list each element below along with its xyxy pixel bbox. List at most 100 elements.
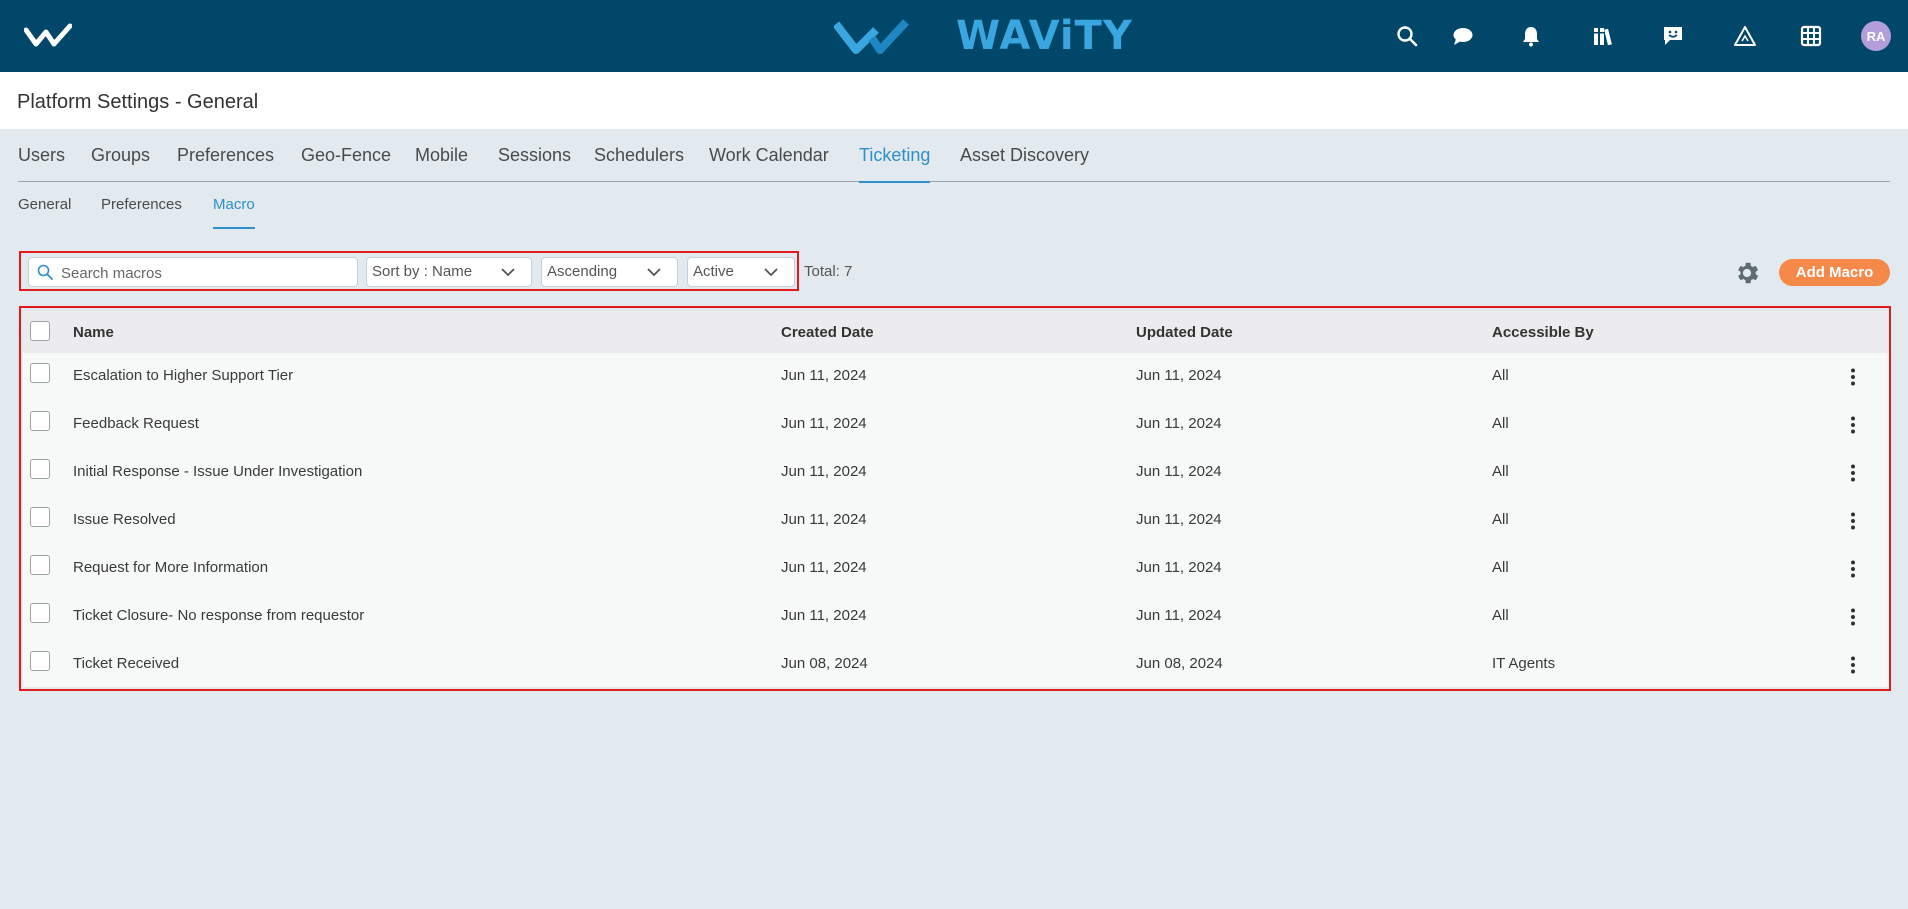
tab-schedulers[interactable]: Schedulers: [594, 145, 684, 166]
sort-select[interactable]: Sort by : Name: [366, 257, 532, 287]
table-row[interactable]: Feedback Request Jun 11, 2024 Jun 11, 20…: [23, 401, 1889, 449]
top-nav-bar: WAViTY RA: [0, 0, 1908, 72]
filter-bar: Sort by : Name Ascending Active: [19, 251, 799, 291]
cell-created: Jun 11, 2024: [781, 511, 867, 528]
cell-accessible: All: [1492, 607, 1509, 624]
cell-created: Jun 11, 2024: [781, 415, 867, 432]
table-row[interactable]: Escalation to Higher Support Tier Jun 11…: [23, 353, 1889, 401]
table-row[interactable]: Ticket Received Jun 08, 2024 Jun 08, 202…: [23, 641, 1889, 689]
cell-updated: Jun 08, 2024: [1136, 655, 1223, 672]
search-icon: [37, 264, 53, 280]
cell-created: Jun 11, 2024: [781, 367, 867, 384]
gear-icon[interactable]: [1733, 259, 1761, 287]
brand-logo: WAViTY: [834, 12, 1133, 60]
brand-name: WAViTY: [956, 13, 1133, 59]
cell-updated: Jun 11, 2024: [1136, 415, 1222, 432]
row-checkbox[interactable]: [30, 459, 50, 479]
total-count: Total: 7: [804, 263, 853, 280]
cell-created: Jun 08, 2024: [781, 655, 868, 672]
tab-mobile[interactable]: Mobile: [415, 145, 468, 166]
tab-work-calendar[interactable]: Work Calendar: [709, 145, 829, 166]
tab-asset-discovery[interactable]: Asset Discovery: [960, 145, 1089, 166]
order-select-value: Ascending: [547, 263, 618, 280]
cell-name: Escalation to Higher Support Tier: [73, 367, 294, 384]
table-row[interactable]: Initial Response - Issue Under Investiga…: [23, 449, 1889, 497]
row-checkbox[interactable]: [30, 555, 50, 575]
library-icon[interactable]: [1590, 22, 1618, 50]
tab-geo-fence[interactable]: Geo-Fence: [301, 145, 391, 166]
row-checkbox[interactable]: [30, 507, 50, 527]
row-checkbox[interactable]: [30, 651, 50, 671]
select-all-checkbox[interactable]: [30, 321, 50, 341]
user-avatar[interactable]: RA: [1861, 21, 1891, 51]
tab-users[interactable]: Users: [18, 145, 65, 166]
cell-created: Jun 11, 2024: [781, 463, 867, 480]
cell-accessible: All: [1492, 415, 1509, 432]
cell-updated: Jun 11, 2024: [1136, 463, 1222, 480]
feedback-icon[interactable]: [1659, 22, 1687, 50]
cell-updated: Jun 11, 2024: [1136, 607, 1222, 624]
tab-sessions[interactable]: Sessions: [498, 145, 571, 166]
row-checkbox[interactable]: [30, 363, 50, 383]
table-row[interactable]: Request for More Information Jun 11, 202…: [23, 545, 1889, 593]
cell-created: Jun 11, 2024: [781, 607, 867, 624]
page-header: Platform Settings - General: [0, 72, 1908, 129]
table-row[interactable]: Ticket Closure- No response from request…: [23, 593, 1889, 641]
cell-accessible: All: [1492, 463, 1509, 480]
column-header-name[interactable]: Name: [73, 324, 114, 341]
column-header-updated[interactable]: Updated Date: [1136, 324, 1233, 341]
column-header-accessible[interactable]: Accessible By: [1492, 324, 1594, 341]
subtab-preferences[interactable]: Preferences: [101, 196, 182, 213]
more-vertical-icon[interactable]: [1843, 367, 1863, 387]
add-macro-button[interactable]: Add Macro: [1779, 259, 1890, 286]
cell-updated: Jun 11, 2024: [1136, 511, 1222, 528]
tab-preferences[interactable]: Preferences: [177, 145, 274, 166]
subtab-general[interactable]: General: [18, 196, 71, 213]
subtab-macro[interactable]: Macro: [213, 196, 255, 229]
more-vertical-icon[interactable]: [1843, 559, 1863, 579]
chevron-down-icon: [647, 268, 661, 277]
cell-name: Issue Resolved: [73, 511, 176, 528]
chevron-down-icon: [501, 268, 515, 277]
row-checkbox[interactable]: [30, 411, 50, 431]
table-body: Escalation to Higher Support Tier Jun 11…: [23, 353, 1889, 687]
cell-name: Ticket Received: [73, 655, 180, 672]
search-icon[interactable]: [1393, 22, 1421, 50]
status-select-value: Active: [693, 263, 734, 280]
more-vertical-icon[interactable]: [1843, 511, 1863, 531]
cell-name: Ticket Closure- No response from request…: [73, 607, 365, 624]
wavity-mark-icon: [834, 19, 909, 54]
cell-accessible: All: [1492, 559, 1509, 576]
table-header: Name Created Date Updated Date Accessibl…: [23, 311, 1889, 353]
chevron-down-icon: [764, 268, 778, 277]
column-header-created[interactable]: Created Date: [781, 324, 874, 341]
grid-icon[interactable]: [1797, 22, 1825, 50]
home-logo-icon[interactable]: [24, 22, 72, 50]
macro-table: Name Created Date Updated Date Accessibl…: [19, 306, 1891, 691]
chat-icon[interactable]: [1449, 22, 1477, 50]
tab-ticketing[interactable]: Ticketing: [859, 145, 931, 183]
bell-icon[interactable]: [1517, 22, 1545, 50]
cell-name: Initial Response - Issue Under Investiga…: [73, 463, 363, 480]
status-select[interactable]: Active: [687, 257, 795, 287]
cell-accessible: All: [1492, 511, 1509, 528]
cell-accessible: All: [1492, 367, 1509, 384]
more-vertical-icon[interactable]: [1843, 607, 1863, 627]
order-select[interactable]: Ascending: [541, 257, 678, 287]
main-tabs: Users Groups Preferences Geo-Fence Mobil…: [18, 140, 1890, 183]
cell-accessible: IT Agents: [1492, 655, 1556, 672]
cell-name: Feedback Request: [73, 415, 199, 432]
more-vertical-icon[interactable]: [1843, 415, 1863, 435]
more-vertical-icon[interactable]: [1843, 463, 1863, 483]
search-input[interactable]: [61, 262, 351, 284]
cell-updated: Jun 11, 2024: [1136, 559, 1222, 576]
alert-triangle-icon[interactable]: [1731, 22, 1759, 50]
row-checkbox[interactable]: [30, 603, 50, 623]
table-row[interactable]: Issue Resolved Jun 11, 2024 Jun 11, 2024…: [23, 497, 1889, 545]
sort-select-value: Sort by : Name: [372, 263, 473, 280]
cell-updated: Jun 11, 2024: [1136, 367, 1222, 384]
search-box: [28, 257, 358, 287]
tab-groups[interactable]: Groups: [91, 145, 150, 166]
more-vertical-icon[interactable]: [1843, 655, 1863, 675]
page-title: Platform Settings - General: [17, 91, 259, 113]
